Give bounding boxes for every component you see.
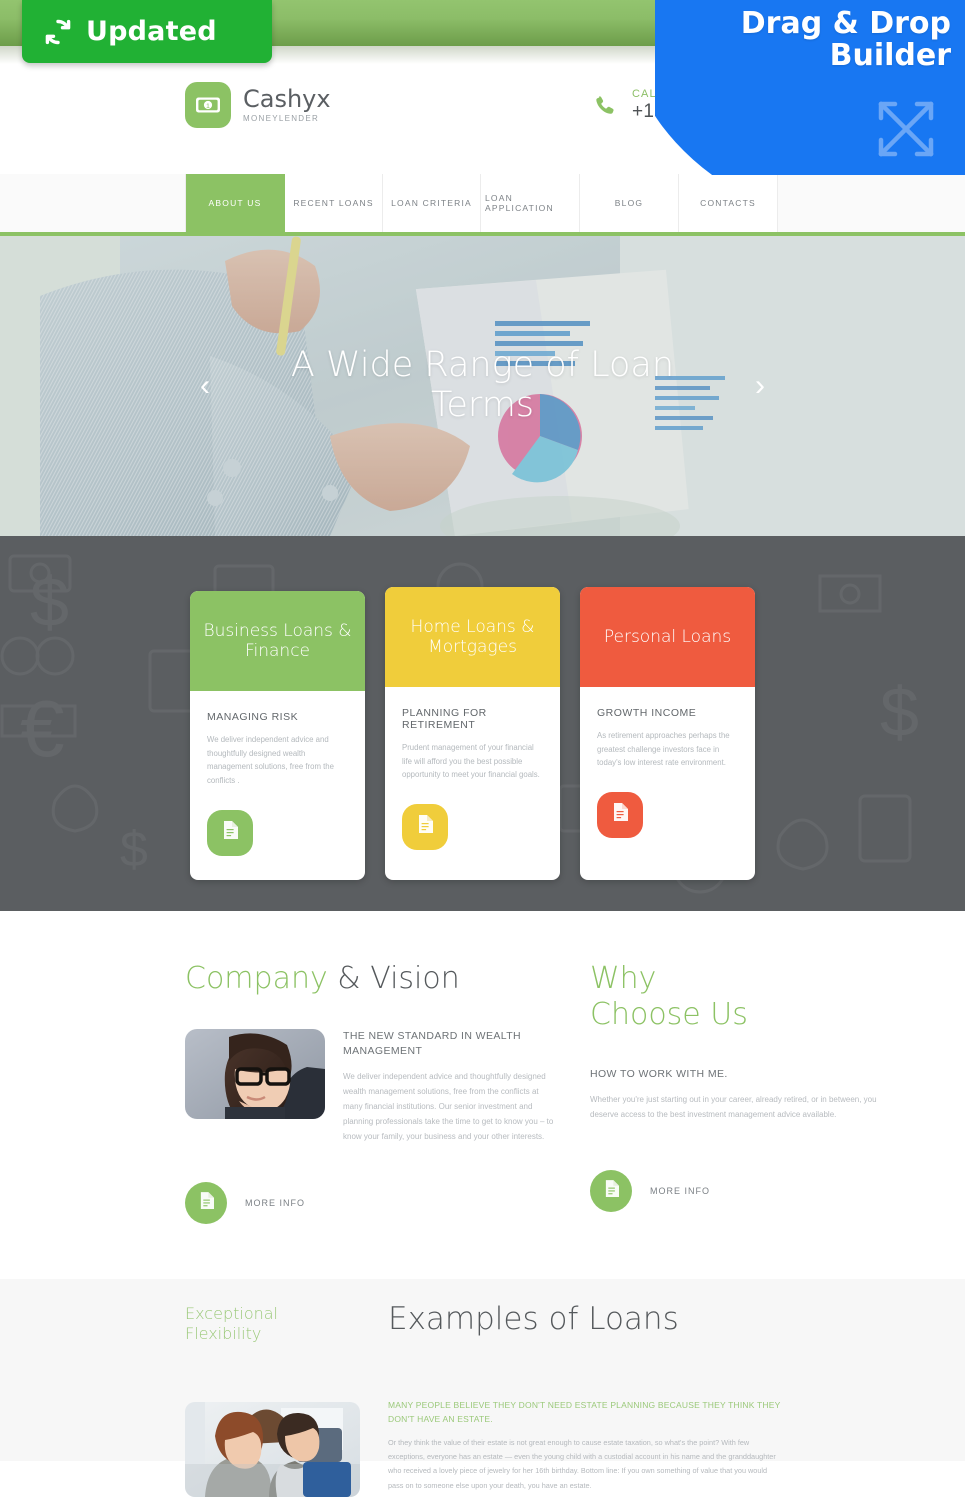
why-title-line-1: Why — [590, 961, 657, 996]
brand-name: Cashyx — [243, 85, 331, 114]
nav-items: ABOUT US RECENT LOANS LOAN CRITERIA LOAN… — [185, 174, 778, 232]
card-subtitle: MANAGING RISK — [207, 711, 299, 723]
svg-text:$: $ — [880, 673, 919, 751]
document-icon — [417, 815, 433, 838]
examples-text: Or they think the value of their estate … — [388, 1437, 776, 1490]
refresh-icon — [42, 16, 74, 48]
card-document-button[interactable] — [597, 791, 643, 838]
card-document-button[interactable] — [207, 809, 253, 856]
four-way-arrows-icon — [869, 92, 943, 171]
about-copy-text: We deliver independent advice and though… — [343, 1072, 554, 1141]
why-copy-heading: HOW TO WORK WITH ME. — [590, 1068, 728, 1080]
slider-prev-arrow[interactable]: ‹ — [200, 371, 210, 401]
about-section: Company & Vision THE NEW STANDARD IN WEA… — [0, 911, 965, 1279]
examples-section: Exceptional Flexibility Examples of Loan… — [0, 1279, 965, 1497]
nav-item-loan-criteria[interactable]: LOAN CRITERIA — [383, 174, 481, 232]
more-info-button[interactable] — [590, 1169, 632, 1212]
kicker-line-1: Exceptional — [185, 1304, 278, 1323]
card-text: As retirement approaches perhaps the gre… — [597, 731, 730, 768]
why-copy-text: Whether you're just starting out in your… — [590, 1095, 877, 1120]
title-accent: Company — [185, 961, 328, 996]
updated-badge[interactable]: Updated — [22, 0, 272, 63]
nav-item-blog[interactable]: BLOG — [580, 174, 679, 232]
document-icon — [604, 1179, 619, 1202]
about-copy-heading: THE NEW STANDARD IN WEALTH MANAGEMENT — [343, 1030, 522, 1058]
card-text: Prudent management of your financial lif… — [402, 743, 540, 780]
hero-title: A Wide Range of Loan Terms — [290, 345, 675, 425]
more-info-label: MORE INFO — [650, 1185, 710, 1196]
examples-photo — [185, 1402, 360, 1497]
service-card-home-loans[interactable]: Home Loans & Mortgages PLANNING FOR RETI… — [385, 587, 560, 880]
company-photo — [185, 1029, 325, 1119]
card-document-button[interactable] — [402, 803, 448, 850]
examples-of-loans-block: Examples of Loans MANY PEOPLE BELIEVE TH… — [388, 1301, 783, 1493]
service-card-personal-loans[interactable]: Personal Loans GROWTH INCOME As retireme… — [580, 587, 755, 880]
about-more-info[interactable]: MORE INFO — [185, 1182, 560, 1225]
svg-text:$: $ — [120, 821, 148, 877]
brand-logo[interactable]: 1 Cashyx MONEYLENDER — [185, 82, 331, 128]
company-vision-title: Company & Vision — [185, 961, 560, 997]
examples-heading: MANY PEOPLE BELIEVE THEY DON'T NEED ESTA… — [388, 1400, 781, 1425]
drag-drop-line-1: Drag & Drop — [740, 6, 951, 41]
kicker-line-2: Flexibility — [185, 1324, 262, 1343]
more-info-label: MORE INFO — [245, 1198, 305, 1209]
why-title-line-2: Choose Us — [590, 997, 748, 1032]
card-title: Business Loans & Finance — [190, 591, 365, 691]
phone-icon — [592, 93, 618, 119]
svg-text:1: 1 — [206, 103, 210, 110]
updated-label: Updated — [86, 16, 217, 47]
drag-drop-text: Drag & Drop Builder — [741, 8, 951, 71]
service-cards: Business Loans & Finance MANAGING RISK W… — [190, 587, 755, 880]
nav-item-contacts[interactable]: CONTACTS — [679, 174, 778, 232]
why-choose-us-block: Why Choose Us HOW TO WORK WITH ME. Wheth… — [590, 961, 890, 1212]
drag-drop-builder-ribbon: Drag & Drop Builder — [655, 0, 965, 175]
examples-title: Examples of Loans — [388, 1301, 679, 1337]
services-section: $ € $ $ Business Loans & Finance MANAGIN… — [0, 536, 965, 911]
document-icon — [199, 1192, 214, 1214]
nav-item-loan-application[interactable]: LOAN APPLICATION — [481, 174, 580, 232]
main-navigation: ABOUT US RECENT LOANS LOAN CRITERIA LOAN… — [0, 174, 965, 236]
hero-slider: A Wide Range of Loan Terms ‹ › — [0, 236, 965, 536]
title-dark: & Vision — [327, 961, 460, 996]
service-card-business-loans[interactable]: Business Loans & Finance MANAGING RISK W… — [190, 591, 365, 880]
drag-drop-line-2: Builder — [829, 37, 951, 73]
nav-item-about-us[interactable]: ABOUT US — [185, 174, 285, 232]
exceptional-flexibility-block: Exceptional Flexibility — [185, 1304, 360, 1497]
why-more-info[interactable]: MORE INFO — [590, 1169, 890, 1212]
card-subtitle: PLANNING FOR RETIREMENT — [402, 707, 487, 731]
card-text: We deliver independent advice and though… — [207, 735, 334, 785]
why-choose-us-title: Why Choose Us — [590, 961, 890, 1033]
card-subtitle: GROWTH INCOME — [597, 707, 697, 719]
nav-item-recent-loans[interactable]: RECENT LOANS — [285, 174, 383, 232]
document-icon — [222, 821, 238, 844]
slider-next-arrow[interactable]: › — [755, 371, 765, 401]
card-title: Home Loans & Mortgages — [385, 587, 560, 687]
more-info-button[interactable] — [185, 1182, 227, 1225]
company-vision-block: Company & Vision THE NEW STANDARD IN WEA… — [185, 961, 560, 1225]
banknote-icon: 1 — [185, 82, 231, 128]
svg-text:€: € — [20, 684, 65, 773]
card-title: Personal Loans — [580, 587, 755, 687]
exceptional-flexibility-kicker: Exceptional Flexibility — [185, 1304, 360, 1344]
document-icon — [612, 803, 628, 826]
brand-tagline: MONEYLENDER — [243, 113, 320, 123]
